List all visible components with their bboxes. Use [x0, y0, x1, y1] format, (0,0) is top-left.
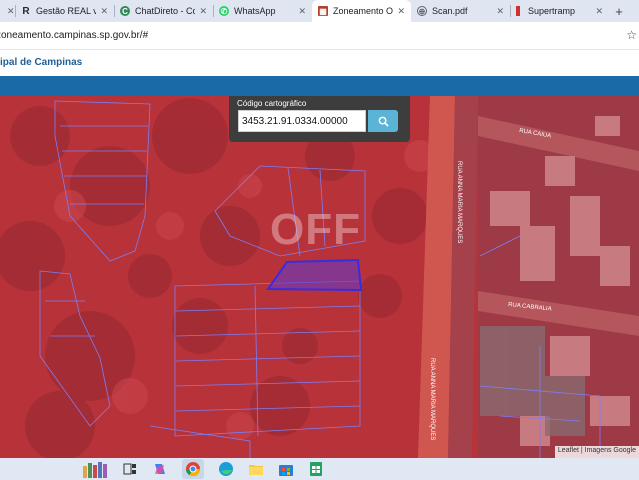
tab-gestao-real[interactable]: R Gestão REAL v3 ✕ [15, 0, 114, 22]
whatsapp-icon: ✆ [219, 6, 229, 16]
task-view-icon[interactable] [122, 461, 138, 477]
url-text[interactable]: zoneamento.campinas.sp.gov.br/# [0, 30, 148, 41]
tab-close-icon[interactable]: ✕ [496, 6, 504, 17]
satellite-map[interactable]: RUA CAIUA RUA CABRALIA RUA ANNA MARIA MA… [0, 96, 639, 458]
page-title: ipal de Campinas [0, 57, 83, 68]
books-icon[interactable] [82, 461, 108, 478]
map-attribution[interactable]: Leaflet | Imagens Google [554, 446, 639, 458]
tab-label: Supertramp [528, 6, 576, 16]
search-label: Código cartográfico [237, 99, 307, 108]
grid-icon: ▦ [318, 6, 328, 16]
sheets-icon[interactable] [308, 461, 324, 477]
tab-close-icon[interactable]: ✕ [100, 6, 108, 17]
search-icon [378, 116, 389, 127]
search-button[interactable] [368, 110, 398, 132]
taskbar [0, 458, 639, 480]
street-label: RUA ANNA MARIA MARQUES [429, 358, 435, 440]
tab-close-icon[interactable]: ✕ [595, 6, 603, 17]
address-bar[interactable]: zoneamento.campinas.sp.gov.br/# ☆ [0, 22, 639, 50]
copilot-icon[interactable] [152, 461, 168, 477]
chrome-icon[interactable] [182, 459, 204, 479]
tab-scan-pdf[interactable]: ⊕ Scan.pdf ✕ [411, 0, 510, 22]
map-view[interactable]: RUA CAIUA RUA CABRALIA RUA ANNA MARIA MA… [0, 96, 639, 458]
chat-icon: C [120, 6, 130, 16]
tab-zoneamento[interactable]: ▦ Zoneamento Or ✕ [312, 0, 411, 22]
new-tab-icon[interactable]: + [609, 0, 629, 22]
tab-chatdireto[interactable]: C ChatDireto - Co ✕ [114, 0, 213, 22]
tab-label: ChatDireto - Co [135, 6, 196, 16]
globe-icon: ⊕ [417, 6, 427, 16]
tab-close-icon[interactable]: ✕ [199, 6, 207, 17]
tab-label: Gestão REAL v3 [36, 6, 97, 16]
tab-close-icon[interactable]: ✕ [7, 6, 15, 17]
store-icon[interactable] [278, 461, 294, 477]
tab-close-icon[interactable]: ✕ [298, 6, 306, 17]
r-logo-icon: R [22, 5, 30, 17]
tab-supertramp[interactable]: Supertramp ✕ [510, 0, 609, 22]
tab-label: Scan.pdf [432, 6, 468, 16]
tab-0[interactable]: ✕ [0, 0, 15, 22]
file-explorer-icon[interactable] [248, 461, 264, 477]
app-header: ipal de Campinas [0, 50, 639, 76]
tab-strip: ✕ R Gestão REAL v3 ✕ C ChatDireto - Co ✕… [0, 0, 639, 22]
street-label: RUA ANNA MARIA MARQUES [456, 161, 462, 243]
search-panel: Código cartográfico [229, 96, 410, 142]
tab-label: WhatsApp [234, 6, 276, 16]
bookmark-icon [516, 6, 520, 16]
edge-icon[interactable] [218, 461, 234, 477]
watermark-logo: OFF [270, 205, 361, 254]
cartographic-code-input[interactable] [238, 110, 366, 132]
header-bar [0, 76, 639, 96]
tab-label: Zoneamento Or [333, 6, 394, 16]
tab-close-icon[interactable]: ✕ [397, 6, 405, 17]
bookmark-star-icon[interactable]: ☆ [626, 28, 637, 42]
tab-whatsapp[interactable]: ✆ WhatsApp ✕ [213, 0, 312, 22]
